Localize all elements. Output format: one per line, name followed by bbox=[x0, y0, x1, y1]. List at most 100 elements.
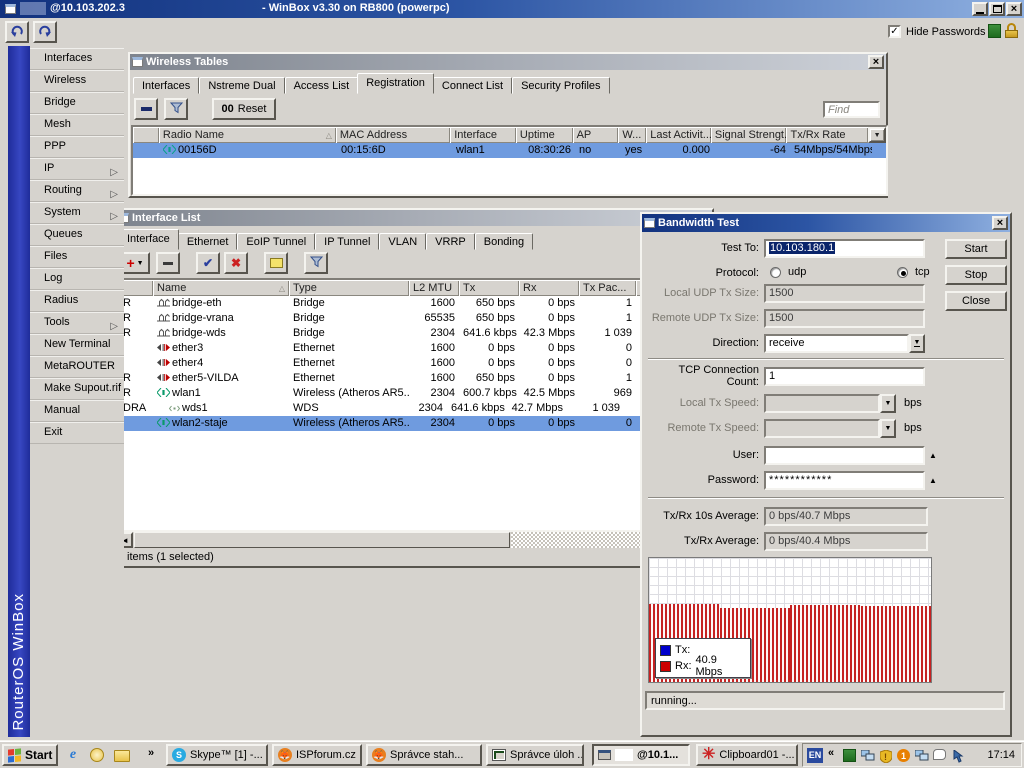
menu-item-exit[interactable]: Exit bbox=[30, 422, 124, 444]
start-button-taskbar[interactable]: Start bbox=[2, 744, 58, 766]
tray-collapse-chevron[interactable]: « bbox=[828, 747, 834, 759]
direction-dropdown-button[interactable]: ▼ bbox=[909, 334, 925, 353]
task-skype[interactable]: S Skype™ [1] -... bbox=[166, 744, 268, 766]
minimize-button[interactable] bbox=[972, 2, 988, 16]
menu-item-mesh[interactable]: Mesh bbox=[30, 114, 124, 136]
menu-item-wireless[interactable]: Wireless bbox=[30, 70, 124, 92]
task-spravce-stahovani[interactable]: 🦊 Správce stah... bbox=[366, 744, 482, 766]
test-to-input[interactable]: 10.103.180.1 bbox=[764, 239, 925, 258]
protocol-udp-radio[interactable] bbox=[770, 267, 781, 278]
messenger-icon[interactable] bbox=[933, 749, 946, 760]
remove-registration-button[interactable] bbox=[134, 98, 158, 120]
column-menu-button[interactable]: ▼ bbox=[868, 127, 886, 143]
reset-button[interactable]: 00 Reset bbox=[212, 98, 276, 120]
enable-button[interactable]: ✔ bbox=[196, 252, 220, 274]
remove-interface-button[interactable] bbox=[156, 252, 180, 274]
tab-ip-tunnel[interactable]: IP Tunnel bbox=[315, 233, 379, 250]
menu-item-ip[interactable]: IP▷ bbox=[30, 158, 124, 180]
pointer-device-icon[interactable] bbox=[951, 749, 965, 763]
menu-item-interfaces[interactable]: Interfaces bbox=[30, 48, 124, 70]
comment-button[interactable] bbox=[264, 252, 288, 274]
password-expand-icon[interactable]: ▲ bbox=[929, 476, 937, 485]
tab-security-profiles[interactable]: Security Profiles bbox=[512, 77, 609, 94]
table-row-selected[interactable]: wlan2-staje Wireless (Atheros AR5... 230… bbox=[119, 416, 712, 431]
bandwidth-test-close-button[interactable]: × bbox=[992, 216, 1008, 230]
hide-passwords-checkbox[interactable]: ✓ bbox=[888, 25, 901, 38]
menu-item-tools[interactable]: Tools▷ bbox=[30, 312, 124, 334]
task-clipboard01[interactable]: ✳ Clipboard01 -... bbox=[696, 744, 798, 766]
menu-item-log[interactable]: Log bbox=[30, 268, 124, 290]
language-indicator[interactable]: EN bbox=[807, 748, 823, 763]
bandwidth-test-titlebar[interactable]: Bandwidth Test × bbox=[642, 214, 1010, 232]
add-interface-button[interactable]: + ▼ bbox=[120, 252, 150, 274]
menu-item-system[interactable]: System▷ bbox=[30, 202, 124, 224]
user-input[interactable] bbox=[764, 446, 925, 465]
undo-button[interactable] bbox=[5, 21, 29, 43]
interface-table-header[interactable]: Name△ Type L2 MTU Tx Rx Tx Pac... R... bbox=[119, 280, 712, 296]
filter-button[interactable] bbox=[164, 98, 188, 120]
table-row[interactable]: R ether5-VILDA Ethernet 1600 650 bps 0 b… bbox=[119, 371, 712, 386]
task-ispforum[interactable]: 🦊 ISPforum.cz ... bbox=[272, 744, 362, 766]
table-row[interactable]: ether3 Ethernet 1600 0 bps 0 bps 0 bbox=[119, 341, 712, 356]
ie-quicklaunch-icon[interactable]: e bbox=[66, 748, 80, 762]
table-row[interactable]: R wlan1 Wireless (Atheros AR5... 2304 60… bbox=[119, 386, 712, 401]
wireless-tables-close-button[interactable]: × bbox=[868, 55, 884, 69]
interface-list-titlebar[interactable]: Interface List bbox=[116, 210, 712, 226]
security-shield-icon[interactable]: ! bbox=[879, 749, 893, 763]
tab-vrrp[interactable]: VRRP bbox=[426, 233, 475, 250]
close-dialog-button[interactable]: Close bbox=[945, 291, 1007, 311]
update-badge-icon[interactable]: 1 bbox=[897, 749, 910, 762]
menu-item-bridge[interactable]: Bridge bbox=[30, 92, 124, 114]
clock-quicklaunch-icon[interactable] bbox=[90, 748, 104, 762]
menu-item-radius[interactable]: Radius bbox=[30, 290, 124, 312]
stop-button[interactable]: Stop bbox=[945, 265, 1007, 285]
filter-button[interactable] bbox=[304, 252, 328, 274]
menu-item-make-supout-rif[interactable]: Make Supout.rif bbox=[30, 378, 124, 400]
close-button[interactable]: × bbox=[1006, 2, 1022, 16]
network-icon[interactable] bbox=[915, 749, 929, 763]
menu-item-ppp[interactable]: PPP bbox=[30, 136, 124, 158]
horizontal-scrollbar[interactable]: ◄ bbox=[117, 532, 714, 548]
tab-connect-list[interactable]: Connect List bbox=[433, 77, 512, 94]
tab-bonding[interactable]: Bonding bbox=[475, 233, 533, 250]
menu-item-queues[interactable]: Queues bbox=[30, 224, 124, 246]
tab-interfaces[interactable]: Interfaces bbox=[133, 77, 199, 94]
wireless-tables-titlebar[interactable]: Wireless Tables × bbox=[130, 54, 886, 70]
disable-button[interactable]: ✖ bbox=[224, 252, 248, 274]
table-row[interactable]: DRA wds1 WDS 2304 641.6 kbps 42.7 Mbps 1… bbox=[119, 401, 712, 416]
tcp-connection-count-input[interactable]: 1 bbox=[764, 367, 925, 386]
password-input[interactable]: ************ bbox=[764, 471, 925, 490]
tab-eoip-tunnel[interactable]: EoIP Tunnel bbox=[237, 233, 315, 250]
table-row[interactable]: R bridge-eth Bridge 1600 650 bps 0 bps 1 bbox=[119, 296, 712, 311]
network-icon[interactable] bbox=[861, 749, 875, 763]
menu-item-metarouter[interactable]: MetaROUTER bbox=[30, 356, 124, 378]
tab-ethernet[interactable]: Ethernet bbox=[178, 233, 238, 250]
tab-registration[interactable]: Registration bbox=[357, 73, 434, 94]
quicklaunch-overflow-chevron[interactable]: » bbox=[148, 747, 154, 759]
task-spravce-uloh[interactable]: Správce úloh ... bbox=[486, 744, 584, 766]
scrollbar-thumb[interactable] bbox=[134, 532, 510, 548]
restore-button[interactable] bbox=[989, 2, 1005, 16]
direction-select[interactable]: receive bbox=[764, 334, 909, 353]
find-input[interactable] bbox=[823, 101, 880, 118]
protocol-tcp-radio[interactable] bbox=[897, 267, 908, 278]
tab-access-list[interactable]: Access List bbox=[285, 77, 359, 94]
registration-row[interactable]: 00156D 00:15:6D wlan1 08:30:26 no yes 0.… bbox=[133, 143, 886, 158]
clock[interactable]: 17:14 bbox=[987, 749, 1015, 761]
tab-interface[interactable]: Interface bbox=[118, 229, 179, 250]
folder-quicklaunch-icon[interactable] bbox=[114, 750, 130, 762]
traffic-tray-icon[interactable] bbox=[843, 749, 856, 762]
tab-nstreme-dual[interactable]: Nstreme Dual bbox=[199, 77, 284, 94]
tab-vlan[interactable]: VLAN bbox=[379, 233, 426, 250]
registration-table-header[interactable]: Radio Name△ MAC Address Interface Uptime… bbox=[133, 127, 886, 143]
menu-item-manual[interactable]: Manual bbox=[30, 400, 124, 422]
menu-item-new-terminal[interactable]: New Terminal bbox=[30, 334, 124, 356]
menu-item-files[interactable]: Files bbox=[30, 246, 124, 268]
user-expand-icon[interactable]: ▲ bbox=[929, 451, 937, 460]
start-button[interactable]: Start bbox=[945, 239, 1007, 259]
table-row[interactable]: ether4 Ethernet 1600 0 bps 0 bps 0 bbox=[119, 356, 712, 371]
table-row[interactable]: R bridge-wds Bridge 2304 641.6 kbps 42.3… bbox=[119, 326, 712, 341]
menu-item-routing[interactable]: Routing▷ bbox=[30, 180, 124, 202]
task-winbox[interactable]: @10.1... bbox=[592, 744, 690, 766]
table-row[interactable]: R bridge-vrana Bridge 65535 650 bps 0 bp… bbox=[119, 311, 712, 326]
